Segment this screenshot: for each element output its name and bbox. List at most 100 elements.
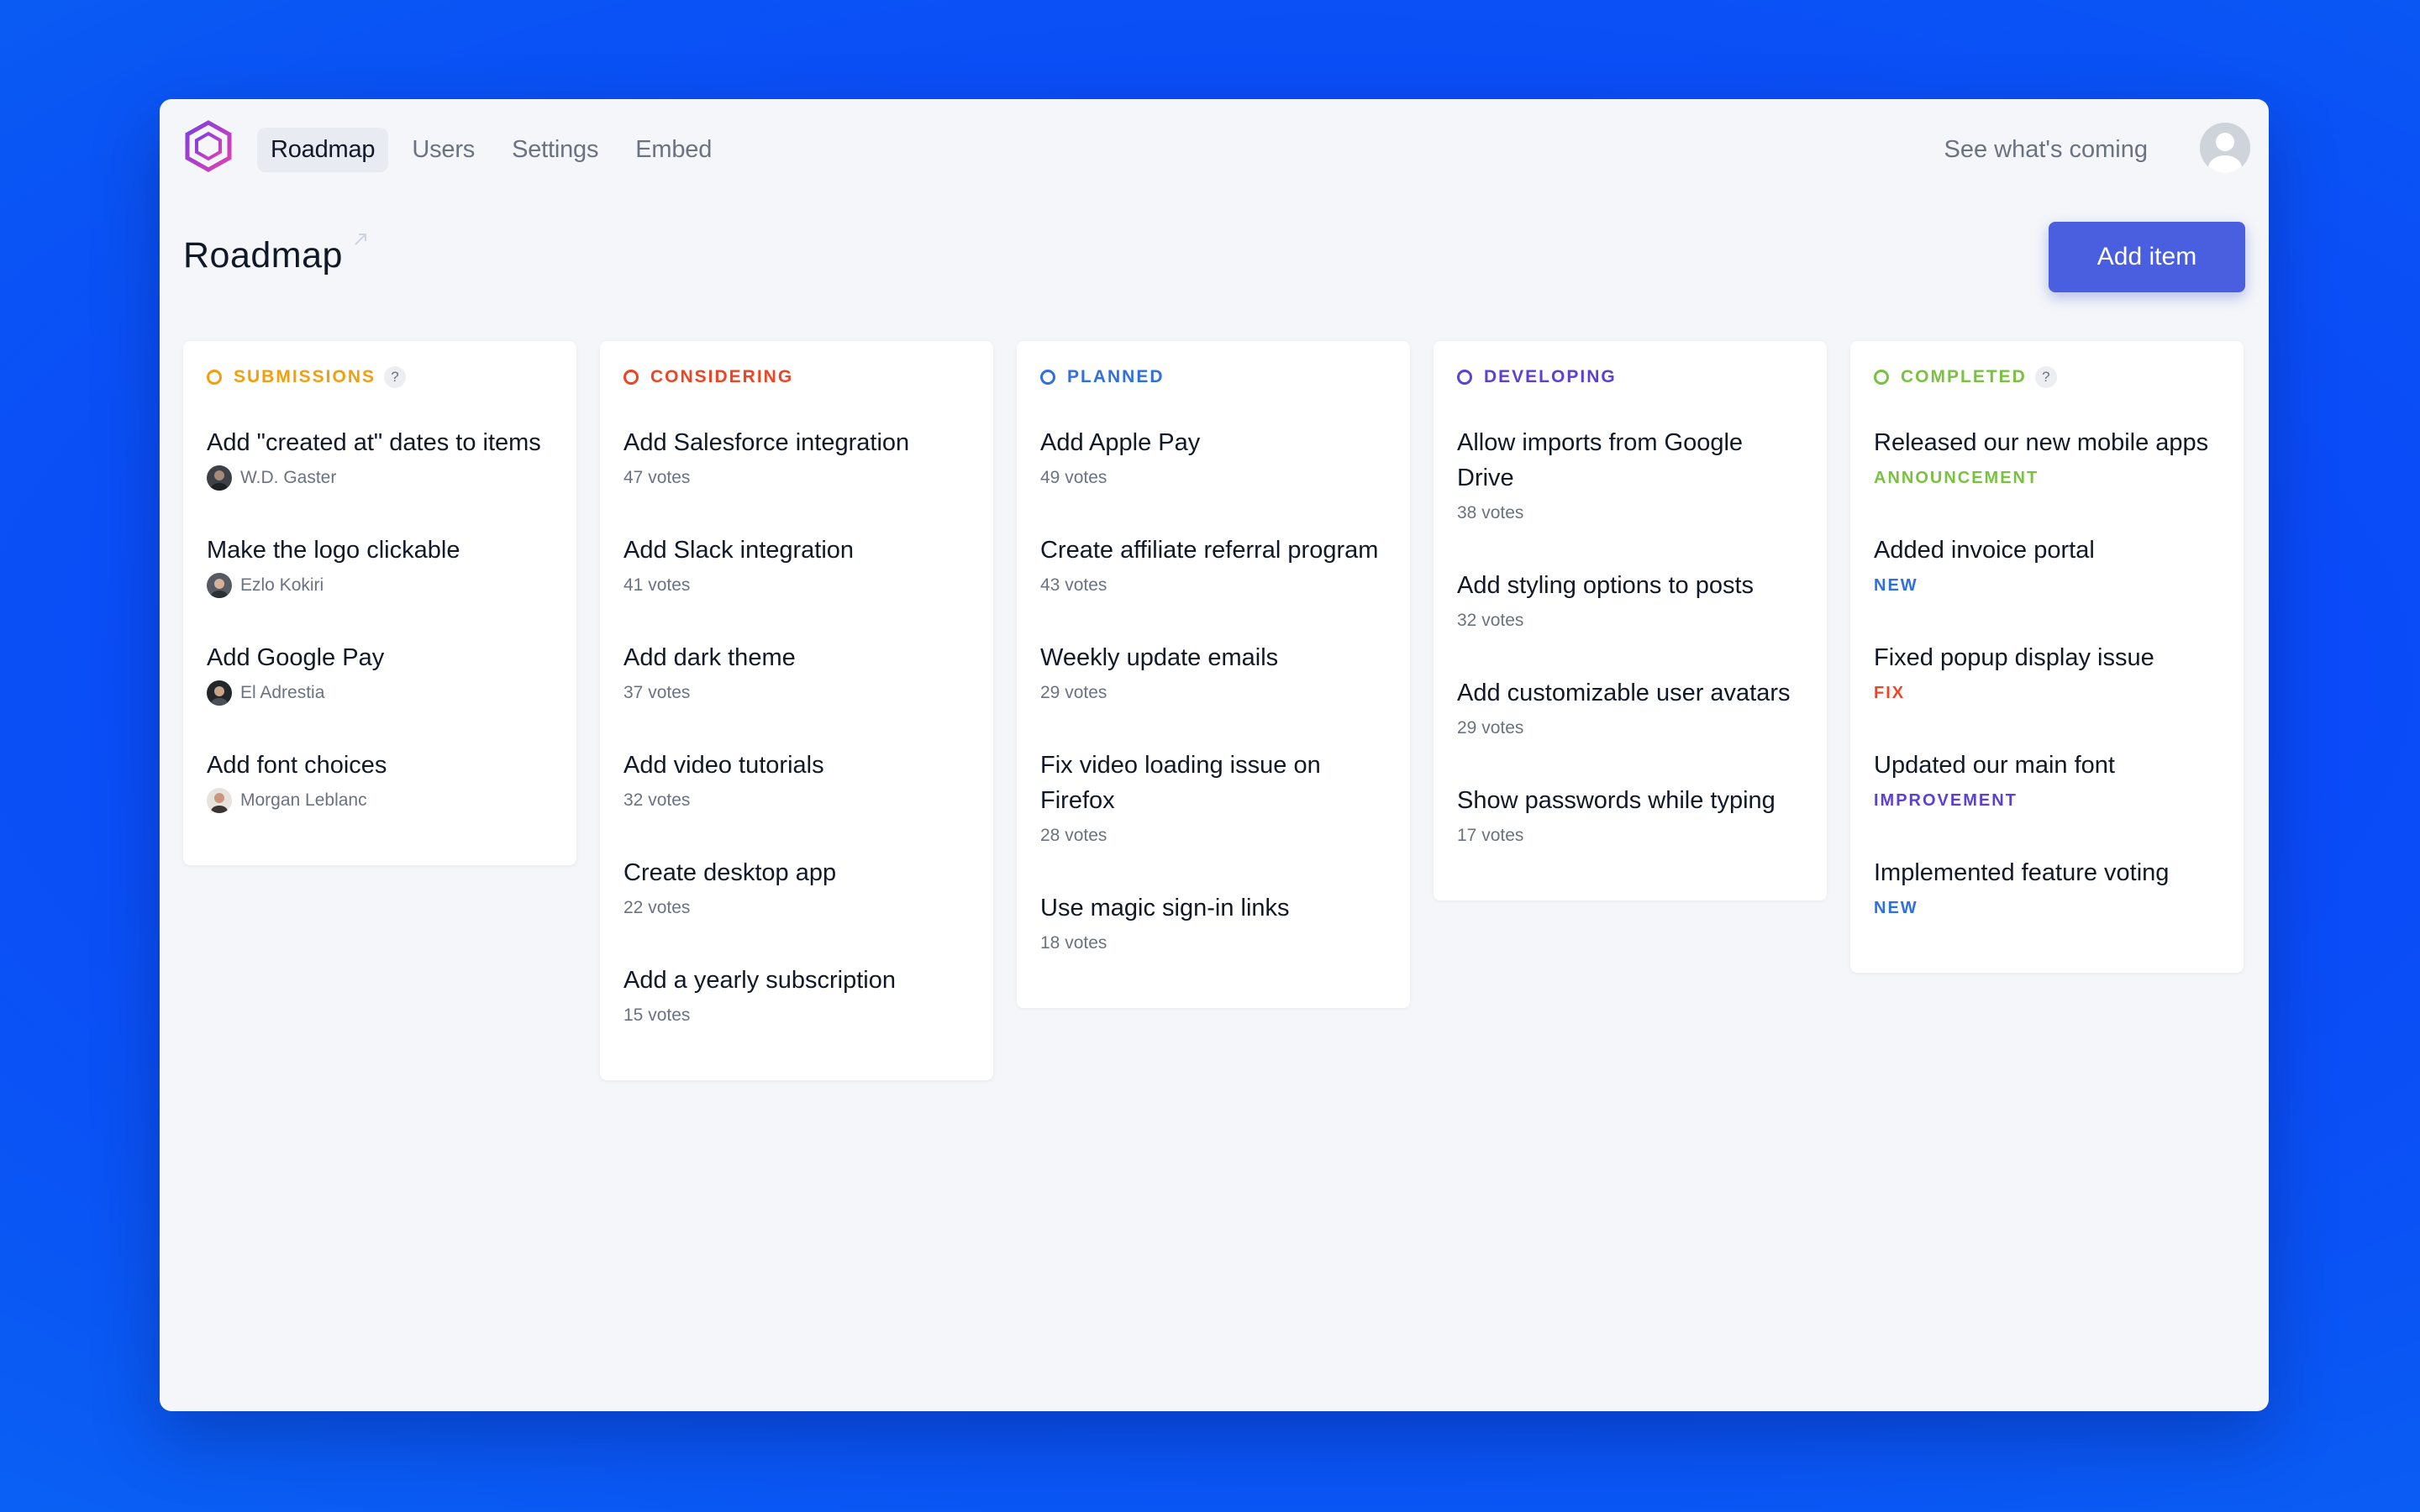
card-meta: 43 votes — [1040, 573, 1386, 598]
help-icon[interactable]: ? — [2034, 366, 2057, 388]
roadmap-card[interactable]: Add video tutorials 32 votes — [623, 748, 970, 813]
card-meta: Morgan Leblanc — [207, 788, 553, 813]
author-avatar — [207, 465, 232, 491]
card-meta: 17 votes — [1457, 823, 1803, 848]
card-meta: 15 votes — [623, 1003, 970, 1028]
vote-count: 47 votes — [623, 468, 691, 487]
roadmap-card[interactable]: Add customizable user avatars 29 votes — [1457, 675, 1803, 741]
roadmap-card[interactable]: Make the logo clickable Ezlo Kokiri — [207, 533, 553, 598]
roadmap-card[interactable]: Added invoice portal NEW — [1874, 533, 2220, 598]
external-link-icon[interactable] — [351, 230, 370, 249]
roadmap-card[interactable]: Add Apple Pay 49 votes — [1040, 425, 1386, 491]
roadmap-card[interactable]: Add a yearly subscription 15 votes — [623, 963, 970, 1028]
card-meta: NEW — [1874, 573, 2220, 598]
status-ring-icon — [1874, 370, 1889, 385]
card-meta: 28 votes — [1040, 823, 1386, 848]
vote-count: 49 votes — [1040, 468, 1107, 487]
nav-tab-roadmap[interactable]: Roadmap — [257, 128, 389, 172]
roadmap-card[interactable]: Add styling options to posts 32 votes — [1457, 568, 1803, 633]
card-meta: El Adrestia — [207, 680, 553, 706]
card-title: Add video tutorials — [623, 752, 824, 779]
roadmap-card[interactable]: Add Salesforce integration 47 votes — [623, 425, 970, 491]
author-name: El Adrestia — [240, 683, 325, 702]
roadmap-card[interactable]: Add font choices Morgan Leblanc — [207, 748, 553, 813]
add-item-button[interactable]: Add item — [2049, 222, 2245, 292]
roadmap-card[interactable]: Create desktop app 22 votes — [623, 855, 970, 921]
vote-count: 22 votes — [623, 898, 691, 917]
card-meta: Ezlo Kokiri — [207, 573, 553, 598]
vote-count: 29 votes — [1457, 718, 1524, 738]
nav-tab-embed[interactable]: Embed — [622, 128, 725, 172]
card-title: Add Salesforce integration — [623, 429, 910, 456]
tag-new: NEW — [1874, 575, 1918, 595]
roadmap-card[interactable]: Released our new mobile apps ANNOUNCEMEN… — [1874, 425, 2220, 491]
card-meta: 18 votes — [1040, 931, 1386, 956]
vote-count: 38 votes — [1457, 503, 1524, 522]
card-title: Weekly update emails — [1040, 644, 1279, 671]
status-ring-icon — [1040, 370, 1055, 385]
card-title: Add Google Pay — [207, 644, 385, 671]
roadmap-card[interactable]: Add dark theme 37 votes — [623, 640, 970, 706]
top-nav-bar: Roadmap Users Settings Embed See what's … — [160, 99, 2269, 197]
column-title: COMPLETED — [1901, 367, 2027, 386]
column-title: SUBMISSIONS — [234, 367, 376, 386]
roadmap-card[interactable]: Use magic sign-in links 18 votes — [1040, 890, 1386, 956]
card-meta: IMPROVEMENT — [1874, 788, 2220, 813]
tag-improvement: IMPROVEMENT — [1874, 790, 2018, 810]
card-title: Fix video loading issue on Firefox — [1040, 752, 1321, 814]
user-silhouette-icon — [2200, 123, 2250, 173]
card-meta: 49 votes — [1040, 465, 1386, 491]
status-ring-icon — [207, 370, 222, 385]
vote-count: 18 votes — [1040, 933, 1107, 953]
roadmap-card[interactable]: Add "created at" dates to items W.D. Gas… — [207, 425, 553, 491]
roadmap-card[interactable]: Allow imports from Google Drive 38 votes — [1457, 425, 1803, 526]
vote-count: 41 votes — [623, 575, 691, 595]
card-title: Create desktop app — [623, 859, 837, 886]
roadmap-card[interactable]: Weekly update emails 29 votes — [1040, 640, 1386, 706]
card-title: Add Apple Pay — [1040, 429, 1201, 456]
roadmap-card[interactable]: Show passwords while typing 17 votes — [1457, 783, 1803, 848]
vote-count: 17 votes — [1457, 826, 1524, 845]
roadmap-card[interactable]: Add Slack integration 41 votes — [623, 533, 970, 598]
card-title: Add a yearly subscription — [623, 967, 896, 994]
card-title: Add Slack integration — [623, 537, 855, 564]
roadmap-card[interactable]: Fix video loading issue on Firefox 28 vo… — [1040, 748, 1386, 848]
column-planned: PLANNED Add Apple Pay 49 votes Create af… — [1017, 341, 1410, 1008]
card-meta: ANNOUNCEMENT — [1874, 465, 2220, 491]
roadmap-card[interactable]: Create affiliate referral program 43 vot… — [1040, 533, 1386, 598]
roadmap-board: SUBMISSIONS ? Add "created at" dates to … — [183, 341, 2244, 1080]
column-header: CONSIDERING — [623, 365, 970, 390]
card-title: Released our new mobile apps — [1874, 429, 2209, 456]
roadmap-card[interactable]: Updated our main font IMPROVEMENT — [1874, 748, 2220, 813]
user-avatar[interactable] — [2200, 123, 2250, 173]
status-ring-icon — [623, 370, 639, 385]
card-meta: FIX — [1874, 680, 2220, 706]
card-title: Fixed popup display issue — [1874, 644, 2154, 671]
nav-tab-settings[interactable]: Settings — [498, 128, 612, 172]
card-meta: 41 votes — [623, 573, 970, 598]
column-considering: CONSIDERING Add Salesforce integration 4… — [600, 341, 993, 1080]
column-title: CONSIDERING — [650, 367, 794, 386]
roadmap-card[interactable]: Add Google Pay El Adrestia — [207, 640, 553, 706]
card-title: Add dark theme — [623, 644, 796, 671]
column-header: SUBMISSIONS ? — [207, 365, 553, 390]
roadmap-card[interactable]: Implemented feature voting NEW — [1874, 855, 2220, 921]
hexagon-logo-icon[interactable] — [185, 120, 232, 172]
column-title: PLANNED — [1067, 367, 1165, 386]
author-avatar — [207, 680, 232, 706]
roadmap-card[interactable]: Fixed popup display issue FIX — [1874, 640, 2220, 706]
nav-tab-users[interactable]: Users — [398, 128, 488, 172]
card-meta: 29 votes — [1457, 716, 1803, 741]
card-meta: 32 votes — [623, 788, 970, 813]
see-whats-coming-link[interactable]: See what's coming — [1944, 136, 2149, 164]
card-meta: 29 votes — [1040, 680, 1386, 706]
help-icon[interactable]: ? — [384, 366, 407, 388]
card-meta: 47 votes — [623, 465, 970, 491]
card-title: Implemented feature voting — [1874, 859, 2170, 886]
card-meta: 22 votes — [623, 895, 970, 921]
column-header: PLANNED — [1040, 365, 1386, 390]
card-title: Show passwords while typing — [1457, 787, 1776, 814]
vote-count: 29 votes — [1040, 683, 1107, 702]
card-title: Allow imports from Google Drive — [1457, 429, 1744, 491]
card-title: Use magic sign-in links — [1040, 895, 1290, 921]
